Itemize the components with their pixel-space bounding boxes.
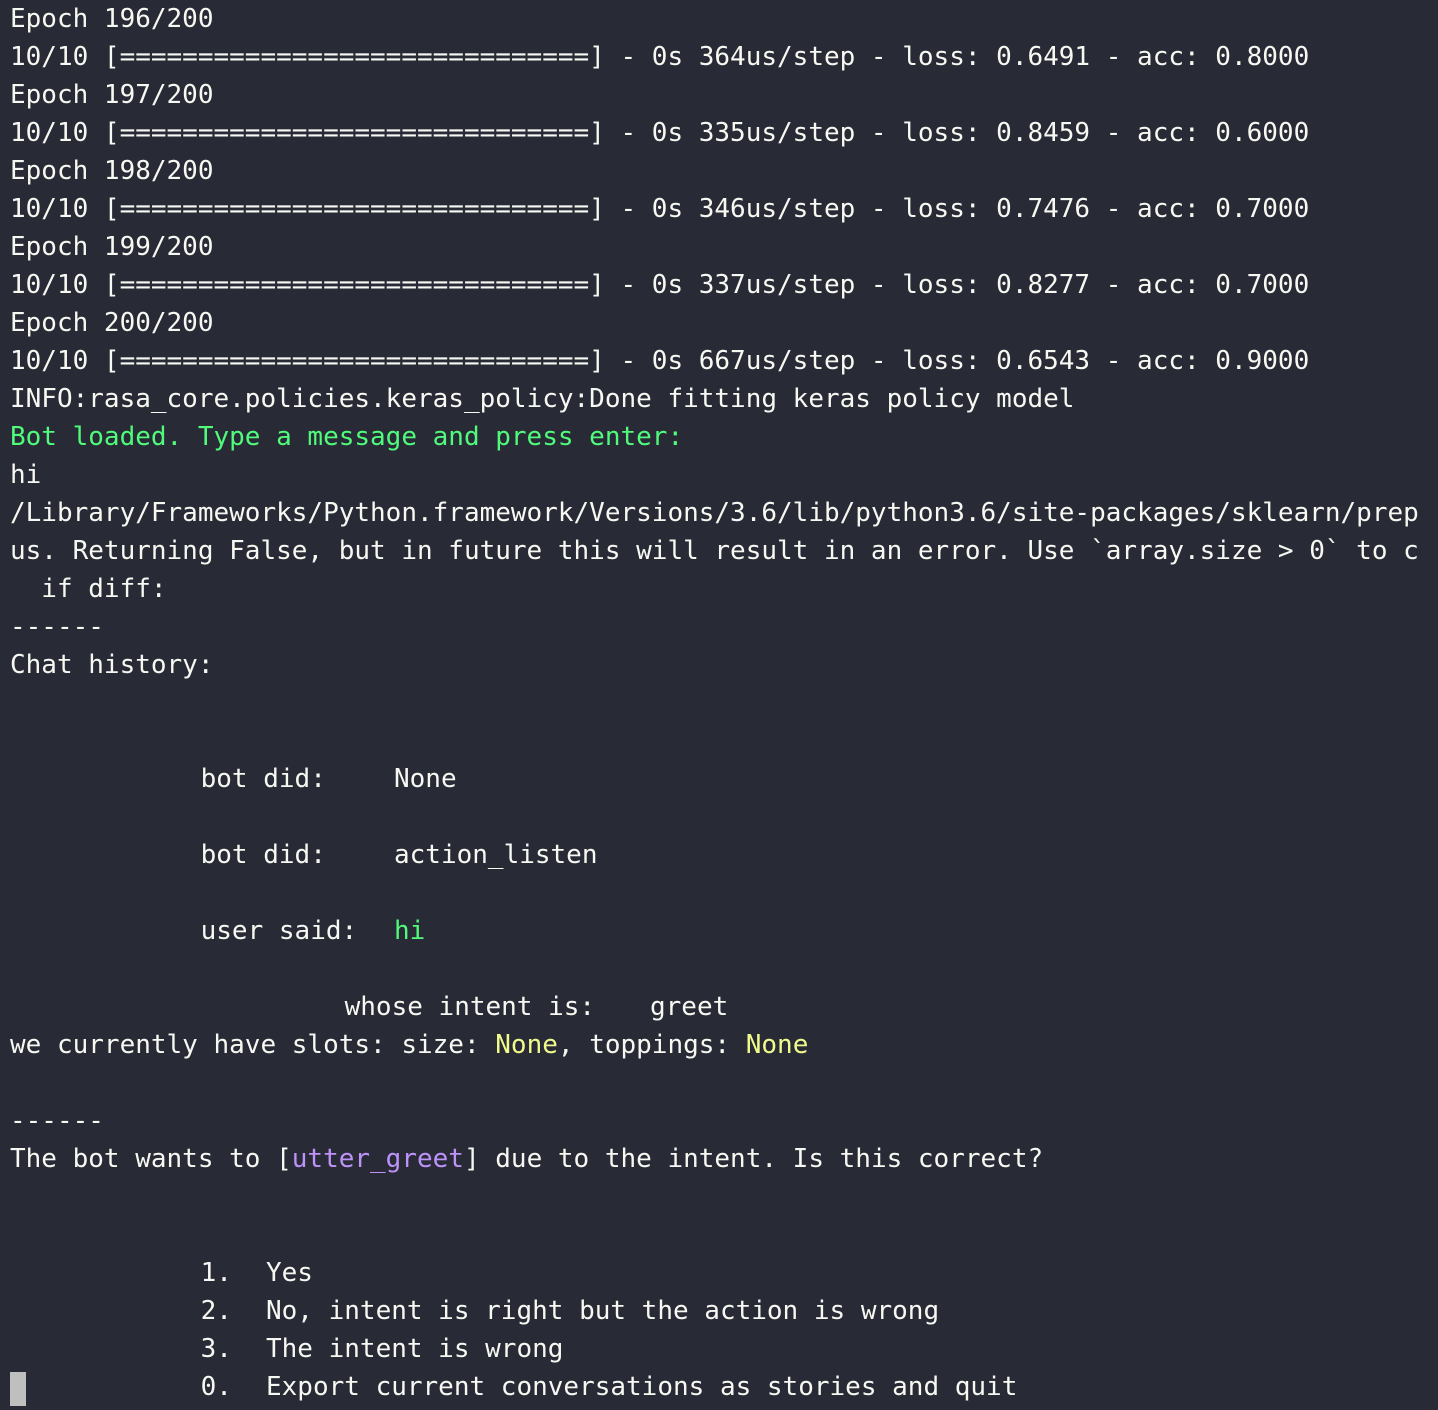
slot-size-value: None (495, 1030, 558, 1060)
bot-did-label: bot did: (200, 840, 326, 870)
progress-line: 10/10 [==============================] -… (10, 42, 1310, 72)
epoch-line: Epoch 199/200 (10, 232, 214, 262)
progress-line: 10/10 [==============================] -… (10, 194, 1310, 224)
question-suffix: ] due to the intent. Is this correct? (463, 1144, 1044, 1174)
option-export-quit[interactable]: 0. Export current conversations as storie… (10, 1330, 1438, 1402)
history-user-said-row: user said: hi (10, 874, 1438, 946)
progress-line: 10/10 [==============================] -… (10, 270, 1310, 300)
option-number: 0. (200, 1372, 232, 1402)
history-bot-did-row: bot did: action_listen (10, 798, 1438, 870)
user-input-echo: hi (10, 460, 42, 490)
progress-line: 10/10 [==============================] -… (10, 118, 1310, 148)
option-intent-wrong[interactable]: 3. The intent is wrong (10, 1292, 1438, 1364)
intent-value: greet (650, 992, 729, 1022)
option-label: Export current conversations as stories … (266, 1372, 1018, 1402)
bot-did-value: action_listen (394, 840, 598, 870)
progress-line: 10/10 [==============================] -… (10, 346, 1310, 376)
action-name: utter_greet (291, 1144, 464, 1174)
option-action-wrong[interactable]: 2. No, intent is right but the action is … (10, 1254, 1438, 1326)
info-line: INFO:rasa_core.policies.keras_policy:Don… (10, 384, 1075, 414)
intent-label: whose intent is: (344, 992, 596, 1022)
bot-did-label: bot did: (200, 764, 326, 794)
question-line: The bot wants to [utter_greet] due to th… (10, 1140, 1438, 1178)
history-bot-did-row: bot did: None (10, 722, 1438, 794)
terminal-output[interactable]: Epoch 196/200 10/10 [===================… (10, 0, 1438, 1410)
user-said-value: hi (394, 916, 426, 946)
slots-separator: , toppings: (557, 1030, 746, 1060)
epoch-line: Epoch 196/200 (10, 4, 214, 34)
chat-history-label: Chat history: (10, 650, 214, 680)
bot-loaded-message: Bot loaded. Type a message and press ent… (10, 422, 684, 452)
history-intent-row: whose intent is: greet (10, 950, 1438, 1022)
epoch-line: Epoch 197/200 (10, 80, 214, 110)
user-said-label: user said: (200, 916, 358, 946)
separator: ------ (10, 1106, 104, 1136)
epoch-line: Epoch 200/200 (10, 308, 214, 338)
warning-line-3: if diff: (10, 574, 167, 604)
epoch-line: Epoch 198/200 (10, 156, 214, 186)
separator: ------ (10, 612, 104, 642)
warning-line-2: us. Returning False, but in future this … (10, 536, 1419, 566)
slot-toppings-value: None (745, 1030, 809, 1060)
slots-line: we currently have slots: size: None, top… (10, 1026, 1438, 1064)
option-yes[interactable]: 1. Yes (10, 1216, 1438, 1288)
cursor-block (10, 1371, 26, 1406)
slots-prefix: we currently have slots: size: (10, 1030, 496, 1060)
question-prefix: The bot wants to [ (10, 1144, 292, 1174)
warning-line-1: /Library/Frameworks/Python.framework/Ver… (10, 498, 1419, 528)
bot-did-value: None (394, 764, 457, 794)
